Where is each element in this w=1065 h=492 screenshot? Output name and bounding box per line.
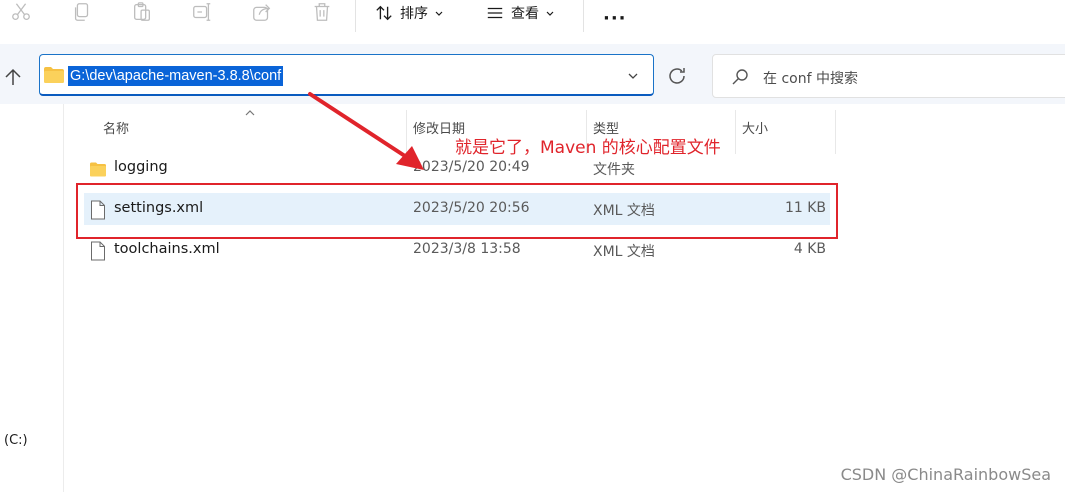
copy-icon[interactable] [69, 0, 95, 24]
view-label: 查看 [511, 6, 539, 22]
chevron-down-icon [546, 11, 554, 16]
sort-ascending-icon [245, 110, 255, 116]
sidebar-divider [63, 104, 64, 492]
search-icon [732, 69, 748, 85]
column-header-name[interactable]: 名称 [103, 118, 129, 137]
watermark: CSDN @ChinaRainbowSea [840, 465, 1051, 484]
folder-icon [90, 162, 106, 177]
view-button[interactable]: 查看 [486, 2, 555, 24]
up-arrow-icon[interactable] [2, 66, 24, 88]
folder-icon [44, 67, 64, 83]
refresh-icon[interactable] [666, 65, 688, 87]
sidebar-item-drive-c[interactable]: (C:) [4, 433, 28, 448]
delete-icon[interactable] [309, 0, 335, 24]
column-divider[interactable] [735, 110, 736, 154]
command-bar: 排序 查看 ··· [0, 0, 1065, 44]
file-name: logging [114, 159, 168, 175]
chevron-down-icon [435, 11, 443, 16]
rename-icon[interactable] [189, 0, 215, 24]
column-header-size[interactable]: 大小 [742, 118, 768, 137]
paste-icon[interactable] [129, 0, 155, 24]
more-options-button[interactable]: ··· [603, 8, 627, 29]
document-icon [91, 241, 105, 261]
highlight-box [76, 183, 838, 239]
search-placeholder: 在 conf 中搜索 [763, 71, 858, 87]
sort-label: 排序 [400, 6, 428, 22]
sort-button[interactable]: 排序 [375, 2, 444, 24]
share-icon[interactable] [249, 0, 275, 24]
view-icon [487, 7, 503, 19]
annotation-text: 就是它了，Maven 的核心配置文件 [455, 138, 721, 158]
toolbar-divider [583, 0, 584, 32]
search-box[interactable]: 在 conf 中搜索 [712, 54, 1065, 98]
annotation-arrow [308, 92, 424, 170]
toolbar-divider [355, 0, 356, 32]
file-date: 2023/3/8 13:58 [413, 241, 521, 257]
cut-icon[interactable] [8, 0, 34, 24]
file-size: 4 KB [793, 241, 826, 257]
chevron-down-icon[interactable] [627, 70, 639, 82]
file-type: 文件夹 [593, 162, 635, 178]
sort-icon [376, 5, 392, 21]
column-divider[interactable] [835, 110, 836, 154]
file-name: toolchains.xml [114, 241, 220, 257]
file-type: XML 文档 [593, 244, 655, 260]
address-path[interactable]: G:\dev\apache-maven-3.8.8\conf [68, 66, 284, 86]
